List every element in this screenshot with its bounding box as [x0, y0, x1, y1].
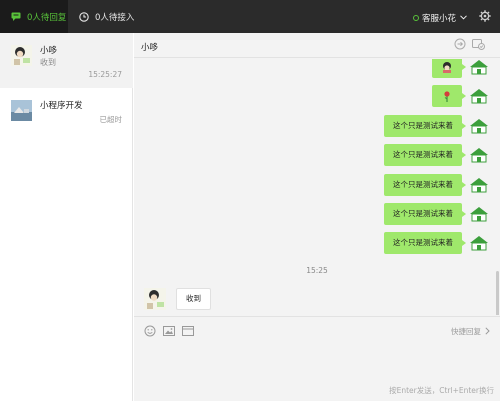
composer: 快捷回复 按Enter发送，Ctrl+Enter换行 [134, 316, 500, 401]
message-outgoing-image [432, 85, 490, 107]
end-session-icon[interactable] [472, 38, 485, 52]
message-bubble[interactable]: 这个只是测试来着 [384, 232, 466, 254]
session-status: 已超时 [99, 115, 123, 124]
chat-title: 小哆 [141, 43, 159, 53]
chevron-right-icon [485, 326, 490, 337]
message-outgoing: 这个只是测试来着 [384, 174, 490, 196]
avatar [11, 100, 32, 121]
message-bubble[interactable]: 这个只是测试来着 [384, 174, 466, 196]
tab-pending-reply-label: 0人待回复 [27, 12, 67, 23]
top-bar: 0人待回复 0人待接入 客服小花 [0, 0, 500, 33]
session-item[interactable]: 小哆 收到 15:25:27 [0, 33, 133, 88]
avatar [468, 59, 490, 78]
session-time: 15:25:27 [88, 70, 122, 79]
message-outgoing: 这个只是测试来着 [384, 115, 490, 137]
composer-toolbar [144, 325, 194, 339]
avatar [11, 45, 32, 66]
message-outgoing-image [432, 59, 490, 78]
clock-icon [79, 11, 89, 22]
time-separator: 15:25 [306, 266, 328, 275]
session-list: 小哆 收到 15:25:27 小程序开发 已超时 [0, 33, 133, 401]
avatar [468, 115, 490, 137]
status-dot-icon [413, 15, 419, 21]
agent-name: 客服小花 [422, 14, 457, 24]
message-outgoing: 这个只是测试来着 [384, 232, 490, 254]
avatar [468, 232, 490, 254]
avatar [468, 203, 490, 225]
session-item[interactable]: 小程序开发 已超时 [0, 88, 133, 143]
chat-panel: 小哆 这个只是测试来着 这个只是测试来着 这个只是测试来着 这个只是测试来着 这… [134, 33, 500, 401]
image-icon[interactable] [163, 325, 175, 339]
gear-icon[interactable] [479, 10, 491, 22]
image-message[interactable] [432, 85, 466, 107]
avatar [144, 288, 166, 310]
message-bubble[interactable]: 这个只是测试来着 [384, 144, 466, 166]
message-bubble[interactable]: 收到 [176, 288, 211, 310]
emoji-icon[interactable] [144, 325, 156, 339]
tab-pending-accept-label: 0人待接入 [95, 12, 135, 23]
message-list: 这个只是测试来着 这个只是测试来着 这个只是测试来着 这个只是测试来着 这个只是… [134, 59, 500, 315]
agent-status-menu[interactable]: 客服小花 [413, 12, 467, 24]
message-outgoing: 这个只是测试来着 [384, 144, 490, 166]
chat-bubble-icon [11, 12, 21, 21]
chat-header: 小哆 [134, 33, 500, 58]
transfer-icon[interactable] [454, 38, 466, 52]
avatar [468, 144, 490, 166]
tab-pending-reply[interactable]: 0人待回复 [0, 0, 68, 33]
session-last-message: 收到 [40, 58, 56, 67]
avatar [468, 85, 490, 107]
session-name: 小哆 [40, 46, 58, 56]
session-name: 小程序开发 [40, 101, 83, 111]
message-bubble[interactable]: 这个只是测试来着 [384, 115, 466, 137]
quick-reply-label: 快捷回复 [451, 327, 481, 336]
send-hint: 按Enter发送，Ctrl+Enter换行 [389, 386, 494, 395]
message-bubble[interactable]: 这个只是测试来着 [384, 203, 466, 225]
quick-reply-toggle[interactable]: 快捷回复 [451, 326, 490, 337]
image-message[interactable] [432, 59, 466, 78]
tab-pending-accept[interactable]: 0人待接入 [79, 0, 134, 33]
avatar [468, 174, 490, 196]
scrollbar[interactable] [496, 271, 499, 315]
message-outgoing: 这个只是测试来着 [384, 203, 490, 225]
quick-text-icon[interactable] [182, 325, 194, 339]
chevron-down-icon [460, 13, 467, 23]
message-incoming: 收到 [144, 288, 211, 310]
